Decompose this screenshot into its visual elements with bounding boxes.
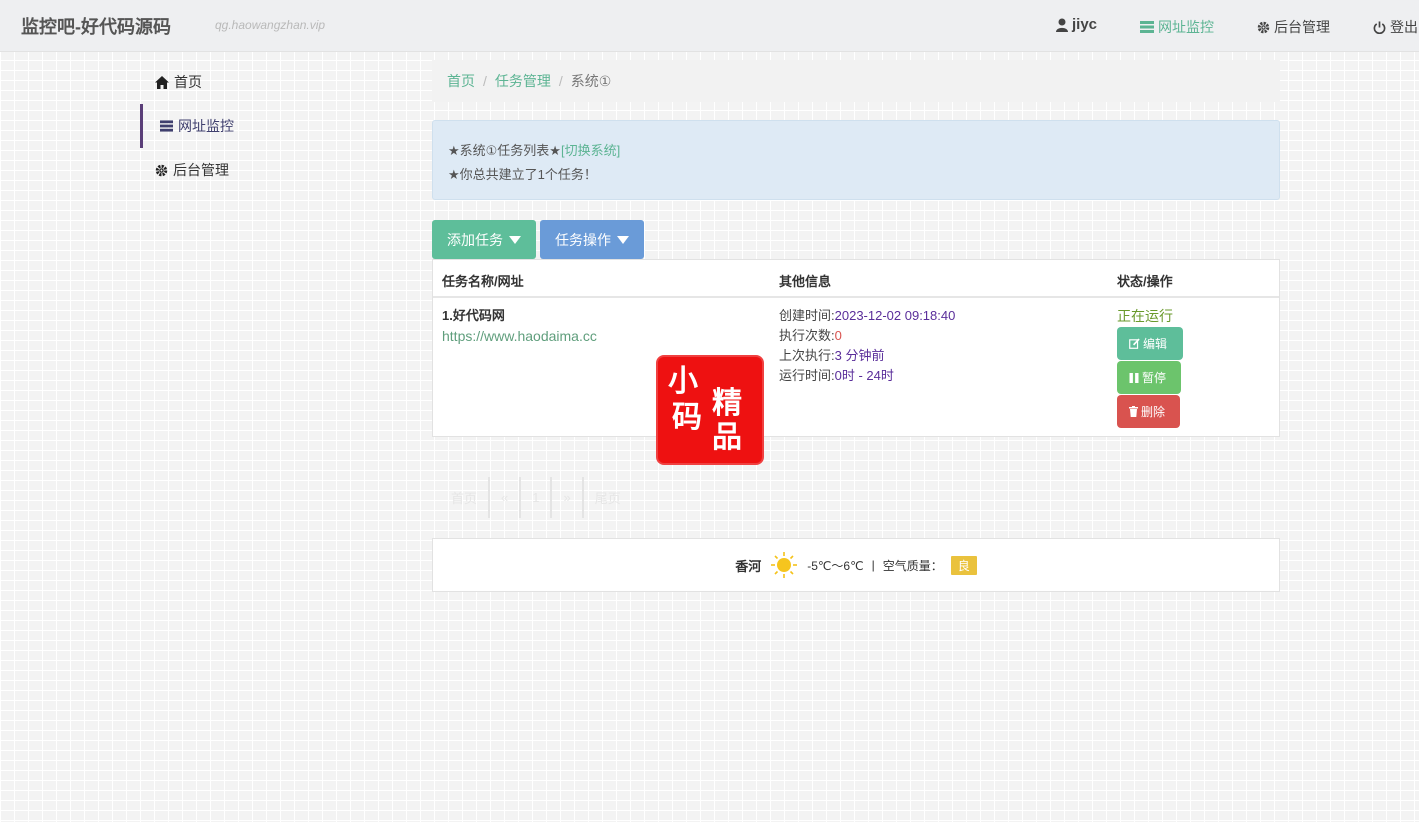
task-ops-button[interactable]: 任务操作 (540, 220, 644, 259)
add-task-button[interactable]: 添加任务 (432, 220, 536, 259)
page-first[interactable]: 首页 (440, 477, 491, 518)
stamp-char: 品 (712, 420, 742, 455)
pagination: 首页 « 1 » 尾页 (440, 477, 632, 518)
task-url-link[interactable]: https://www.haodaima.cc (442, 326, 597, 346)
task-info-cell: 创建时间:2023-12-02 09:18:40 执行次数:0 上次执行:3 分… (779, 306, 955, 386)
alert-line-1: ★系统①任务列表★[切换系统] (448, 139, 1264, 163)
site-subdomain: qg.haowangzhan.vip (215, 18, 326, 32)
page-prev[interactable]: « (490, 477, 522, 518)
aqi-badge: 良 (950, 555, 977, 575)
created-label: 创建时间: (779, 308, 835, 323)
weather-temp: -5℃～6℃ (807, 558, 864, 573)
add-task-label: 添加任务 (447, 231, 503, 248)
last-run-value: 3 分钟前 (834, 348, 885, 363)
created-time-row: 创建时间:2023-12-02 09:18:40 (779, 306, 955, 326)
weather-widget: 香河 -5℃～6℃ | 空气质量： 良 (432, 538, 1280, 592)
caret-down-icon (617, 235, 629, 244)
task-table: 任务名称/网址 其他信息 状态/操作 1.好代码网 https://www.ha… (432, 259, 1280, 437)
home-icon (155, 75, 169, 89)
page-number[interactable]: 1 (521, 477, 553, 518)
nav-monitor[interactable]: 网址监控 (1140, 17, 1214, 37)
weather-city: 香河 (735, 558, 762, 574)
sidebar-item-admin[interactable]: 后台管理 (140, 148, 380, 192)
breadcrumb: 首页 / 任务管理 / 系统① (432, 60, 1280, 102)
caret-down-icon (509, 235, 521, 244)
aqi-label: 空气质量： (882, 558, 943, 573)
sidebar-item-home[interactable]: 首页 (140, 60, 380, 104)
task-name: 1.好代码网 (442, 308, 505, 323)
alert-title: ★系统①任务列表★ (448, 143, 561, 158)
info-alert: ★系统①任务列表★[切换系统] ★你总共建立了1个任务！ (432, 120, 1280, 200)
last-run-row: 上次执行:3 分钟前 (779, 346, 955, 366)
task-status-cell: 正在运行 编辑 暂停 删除 (1117, 306, 1183, 428)
nav-logout-label: 登出 (1390, 19, 1418, 35)
column-header-name: 任务名称/网址 (442, 274, 524, 289)
created-value: 2023-12-02 09:18:40 (834, 308, 956, 323)
sidebar: 首页 网址监控 后台管理 (140, 60, 380, 192)
page-last[interactable]: 尾页 (584, 477, 632, 518)
pause-icon (1129, 372, 1139, 383)
watermark-stamp: 小 精 码 品 (658, 357, 762, 463)
nav-monitor-label: 网址监控 (1158, 19, 1214, 35)
task-name-cell: 1.好代码网 https://www.haodaima.cc (442, 306, 597, 346)
task-ops-label: 任务操作 (555, 231, 611, 248)
list-icon (1140, 21, 1154, 33)
list-icon (160, 120, 173, 132)
stamp-char: 小 (668, 364, 698, 399)
table-header: 任务名称/网址 其他信息 状态/操作 (433, 260, 1279, 298)
column-header-info: 其他信息 (779, 274, 832, 289)
page-next[interactable]: » (552, 477, 584, 518)
toolbar: 添加任务 任务操作 (432, 220, 644, 259)
breadcrumb-separator: / (558, 73, 563, 89)
sidebar-item-label: 后台管理 (173, 162, 229, 178)
top-navbar: 监控吧-好代码源码 qg.haowangzhan.vip jiyc 网址监控 后… (0, 0, 1419, 52)
nav-user-label: jiyc (1072, 16, 1098, 33)
alert-line-2: ★你总共建立了1个任务！ (448, 167, 597, 182)
breadcrumb-home[interactable]: 首页 (447, 71, 475, 91)
stamp-char: 精 (712, 386, 742, 421)
delete-label: 删除 (1141, 405, 1166, 419)
nav-admin[interactable]: 后台管理 (1257, 17, 1330, 37)
run-count-row: 执行次数:0 (779, 326, 955, 346)
user-icon (1056, 18, 1068, 32)
status-text: 正在运行 (1117, 308, 1173, 324)
pause-label: 暂停 (1142, 371, 1167, 385)
nav-admin-label: 后台管理 (1274, 19, 1330, 35)
sidebar-item-label: 网址监控 (178, 118, 234, 134)
power-icon (1373, 20, 1386, 34)
run-window-row: 运行时间:0时 - 24时 (779, 366, 955, 386)
edit-icon (1129, 338, 1140, 349)
nav-logout[interactable]: 登出 (1373, 17, 1418, 37)
run-window-label: 运行时间: (779, 368, 835, 383)
breadcrumb-separator: / (483, 73, 487, 89)
gear-icon (1257, 21, 1270, 33)
site-brand[interactable]: 监控吧-好代码源码 (21, 13, 171, 39)
sidebar-item-monitor[interactable]: 网址监控 (140, 104, 380, 148)
breadcrumb-current: 系统① (570, 73, 612, 89)
switch-system-link[interactable]: [切换系统] (561, 143, 620, 158)
edit-label: 编辑 (1143, 337, 1168, 351)
delete-button[interactable]: 删除 (1117, 395, 1180, 428)
last-run-label: 上次执行: (779, 348, 835, 363)
trash-icon (1129, 406, 1138, 417)
gear-icon (155, 164, 168, 176)
run-count-label: 执行次数: (779, 328, 835, 343)
sidebar-item-label: 首页 (174, 74, 202, 90)
weather-separator: | (871, 558, 875, 572)
breadcrumb-tasks[interactable]: 任务管理 (495, 71, 551, 91)
sun-icon (771, 552, 798, 578)
edit-button[interactable]: 编辑 (1117, 327, 1183, 360)
nav-user[interactable]: jiyc (1056, 16, 1097, 33)
column-header-status: 状态/操作 (1117, 274, 1173, 289)
run-window-value: 0时 - 24时 (834, 368, 894, 383)
run-count-value: 0 (834, 328, 842, 343)
stamp-char: 码 (672, 400, 702, 435)
pause-button[interactable]: 暂停 (1117, 361, 1181, 394)
